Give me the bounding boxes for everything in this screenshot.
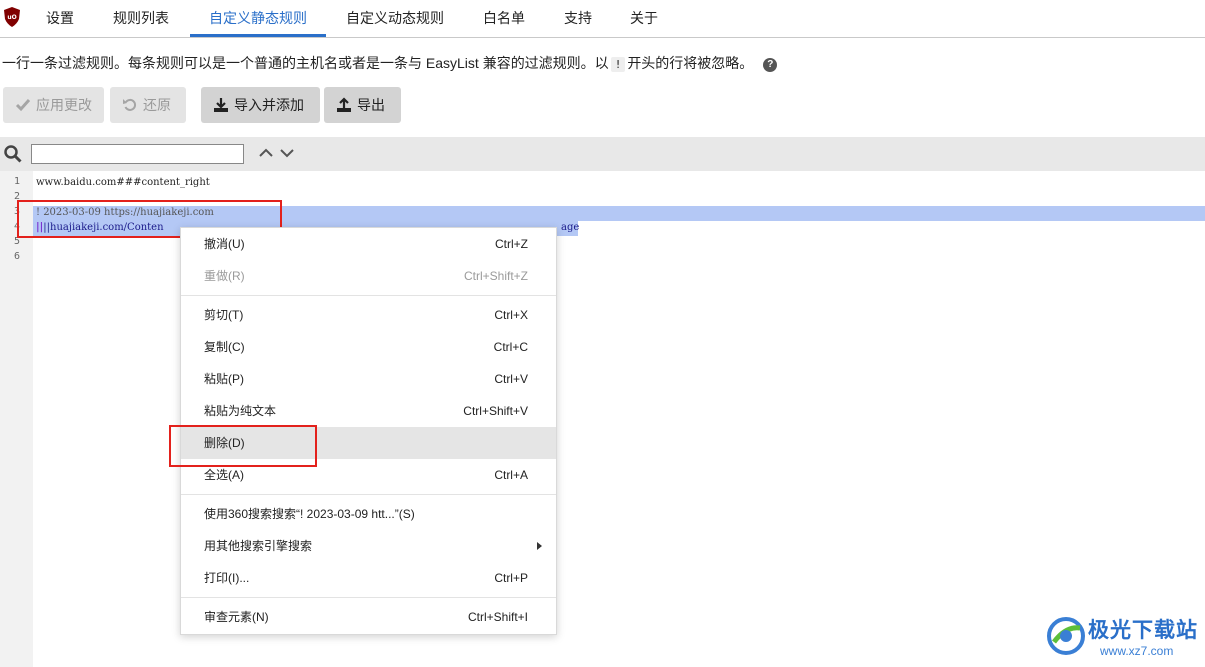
filter-description: 一行一条过滤规则。每条规则可以是一个普通的主机名或者是一条与 EasyList … — [2, 53, 778, 73]
editor-search-bar — [0, 137, 1205, 171]
line-number: 6 — [13, 251, 20, 262]
menu-item-print[interactable]: 打印(I)... Ctrl+P — [181, 562, 556, 594]
menu-item-cut[interactable]: 剪切(T) Ctrl+X — [181, 299, 556, 331]
menu-item-redo: 重做(R) Ctrl+Shift+Z — [204, 269, 528, 283]
menu-item-search-other[interactable]: 用其他搜索引擎搜索 — [181, 530, 556, 562]
revert-label: 还原 — [143, 97, 171, 113]
apply-changes-label: 应用更改 — [36, 97, 92, 113]
watermark-url: www.xz7.com — [1100, 644, 1174, 658]
annotation-box-delete — [169, 425, 317, 467]
chevron-down-icon[interactable] — [280, 148, 294, 158]
menu-item-paste[interactable]: 粘贴(P) Ctrl+V — [181, 363, 556, 395]
export-label: 导出 — [357, 97, 385, 113]
watermark: 极光下载站 www.xz7.com — [1046, 612, 1201, 664]
upload-icon — [337, 97, 351, 112]
tab-my-filters[interactable]: 自定义静态规则 — [190, 0, 326, 37]
line-number-gutter: 1 2 3 4 5 6 — [0, 171, 33, 667]
menu-item-search-360[interactable]: 使用360搜索搜索“! 2023-03-09 htt...”(S) — [181, 498, 556, 530]
search-input[interactable] — [31, 144, 244, 164]
menu-item-copy[interactable]: 复制(C) Ctrl+C — [181, 331, 556, 363]
code-line-tail: age — [561, 222, 580, 233]
export-button[interactable]: 导出 — [324, 87, 401, 123]
line-number: 1 — [13, 176, 20, 187]
submenu-arrow-icon — [537, 542, 542, 550]
tab-my-rules[interactable]: 自定义动态规则 — [335, 0, 455, 37]
menu-divider — [181, 597, 556, 598]
chevron-up-icon[interactable] — [259, 148, 273, 158]
import-append-button[interactable]: 导入并添加 — [201, 87, 320, 123]
apply-changes-button[interactable]: 应用更改 — [3, 87, 104, 123]
description-text-after: 开头的行将被忽略。 — [627, 55, 754, 71]
comment-prefix-code: ! — [610, 57, 626, 72]
watermark-logo-icon — [1047, 617, 1085, 655]
revert-button[interactable]: 还原 — [110, 87, 186, 123]
tab-about[interactable]: 关于 — [618, 0, 670, 37]
svg-text:uO: uO — [7, 14, 16, 21]
code-line[interactable]: www.baidu.com###content_right — [36, 177, 210, 188]
menu-item-undo[interactable]: 撤消(U) Ctrl+Z — [181, 228, 556, 260]
search-icon[interactable] — [4, 145, 22, 163]
top-nav: uO 设置 规则列表 自定义静态规则 自定义动态规则 白名单 支持 关于 — [0, 0, 1205, 38]
import-append-label: 导入并添加 — [234, 97, 304, 113]
tab-settings[interactable]: 设置 — [34, 0, 86, 37]
tab-whitelist[interactable]: 白名单 — [470, 0, 538, 37]
checkmark-icon — [15, 99, 31, 112]
watermark-text: 极光下载站 — [1088, 619, 1198, 642]
description-text-before: 一行一条过滤规则。每条规则可以是一个普通的主机名或者是一条与 EasyList … — [2, 55, 609, 71]
download-icon — [214, 98, 228, 112]
menu-divider — [181, 494, 556, 495]
tab-filter-lists[interactable]: 规则列表 — [100, 0, 182, 37]
menu-item-paste-plain[interactable]: 粘贴为纯文本 Ctrl+Shift+V — [181, 395, 556, 427]
undo-icon — [123, 98, 137, 111]
menu-divider — [181, 295, 556, 296]
help-icon[interactable]: ? — [763, 58, 778, 72]
tab-support[interactable]: 支持 — [552, 0, 604, 37]
menu-item-inspect[interactable]: 审查元素(N) Ctrl+Shift+I — [181, 601, 556, 633]
ublock-shield-icon: uO — [4, 7, 20, 27]
